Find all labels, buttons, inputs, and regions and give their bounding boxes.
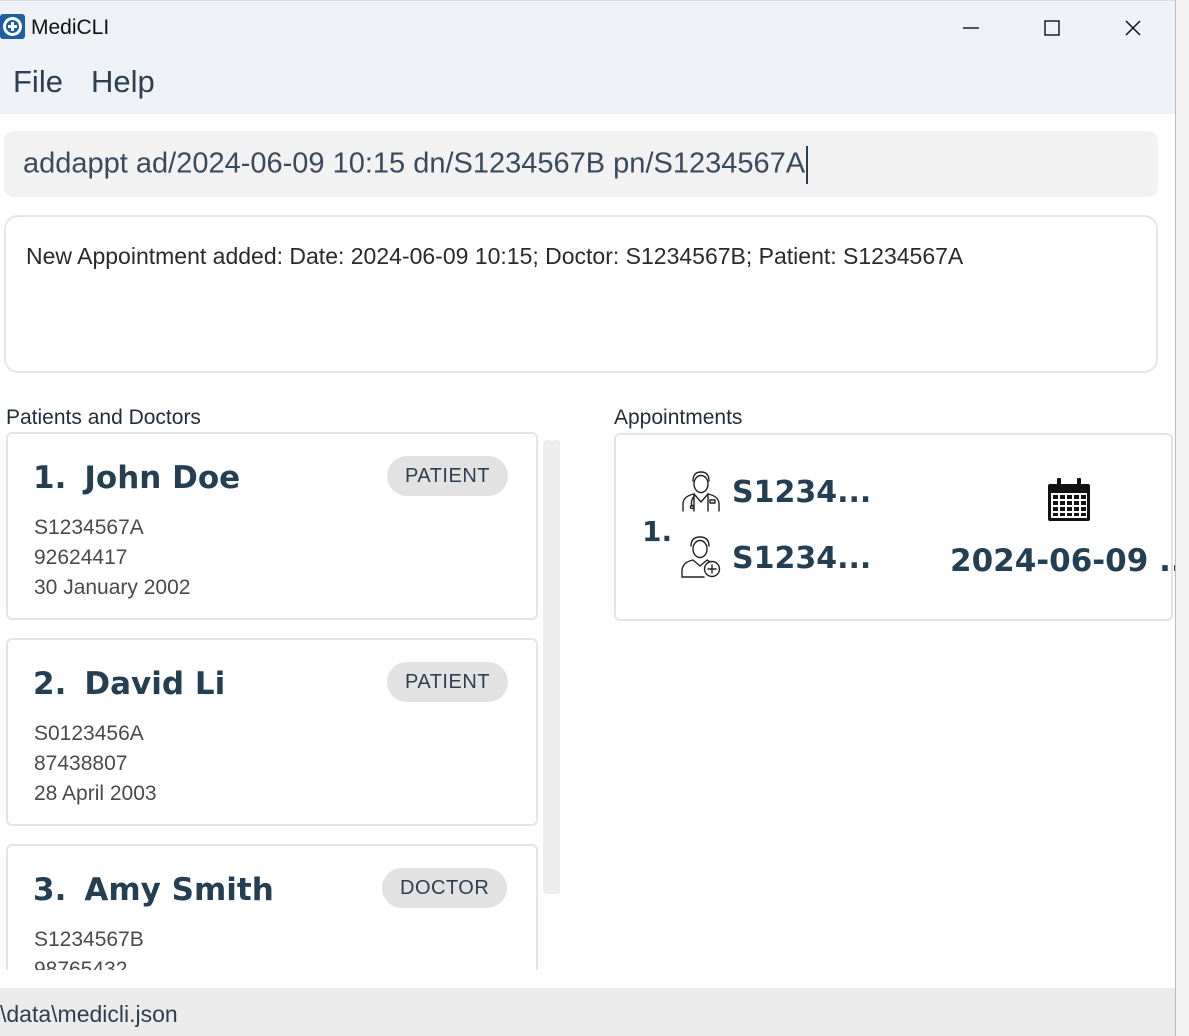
appointments-panel-title: Appointments xyxy=(614,406,743,429)
medicli-window: MediCLI File Help addappt ad/2024-06-09 … xyxy=(0,0,1176,1036)
person-phone: 92624417 xyxy=(34,546,128,569)
maximize-button[interactable] xyxy=(1012,1,1092,55)
minimize-button[interactable] xyxy=(931,1,1011,55)
person-card[interactable]: 3. Amy Smith DOCTOR S1234567B 98765432 xyxy=(6,844,538,970)
close-button[interactable] xyxy=(1093,1,1173,55)
role-badge: PATIENT xyxy=(387,456,508,496)
command-input[interactable]: addappt ad/2024-06-09 10:15 dn/S1234567B… xyxy=(23,146,809,184)
result-display: New Appointment added: Date: 2024-06-09 … xyxy=(4,215,1158,373)
desktop-background xyxy=(1176,0,1189,1036)
menu-help[interactable]: Help xyxy=(91,64,155,100)
status-bar: \data\medicli.json xyxy=(0,988,1175,1036)
person-name-text: John Doe xyxy=(84,460,241,496)
appointment-patient-id: S1234... xyxy=(732,541,872,576)
person-name-text: David Li xyxy=(84,666,226,702)
role-badge: PATIENT xyxy=(387,662,508,702)
text-caret xyxy=(806,146,809,184)
person-phone: 98765432 xyxy=(34,958,128,970)
close-icon xyxy=(1125,20,1141,36)
person-name-text: Amy Smith xyxy=(84,872,274,908)
title-bar[interactable]: MediCLI xyxy=(0,0,1175,55)
person-nric: S0123456A xyxy=(34,722,144,745)
person-name: 3. Amy Smith xyxy=(33,872,274,908)
result-message: New Appointment added: Date: 2024-06-09 … xyxy=(26,243,964,269)
window-title: MediCLI xyxy=(31,16,110,39)
command-box[interactable]: addappt ad/2024-06-09 10:15 dn/S1234567B… xyxy=(4,131,1158,197)
people-list-scrollbar[interactable] xyxy=(543,440,560,894)
role-badge: DOCTOR xyxy=(382,868,508,908)
person-card[interactable]: 2. David Li PATIENT S0123456A 87438807 28… xyxy=(6,638,538,826)
person-name: 2. David Li xyxy=(33,666,225,702)
calendar-icon xyxy=(1048,478,1090,521)
person-index: 3. xyxy=(33,872,67,908)
appointment-date: 2024-06-09 ... xyxy=(950,543,1176,579)
people-panel-title: Patients and Doctors xyxy=(6,406,201,429)
menu-file[interactable]: File xyxy=(13,64,63,100)
person-index: 2. xyxy=(33,666,67,702)
person-dob: 30 January 2002 xyxy=(34,576,191,599)
maximize-icon xyxy=(1044,20,1060,36)
person-dob: 28 April 2003 xyxy=(34,782,157,805)
person-card[interactable]: 1. John Doe PATIENT S1234567A 92624417 30… xyxy=(6,432,538,620)
menu-bar: File Help xyxy=(0,54,1175,114)
appointment-card[interactable]: 1. S1234... S1234... 2024-06-09 ... xyxy=(614,433,1176,621)
person-name: 1. John Doe xyxy=(33,460,240,496)
person-nric: S1234567A xyxy=(34,516,144,539)
person-index: 1. xyxy=(33,460,67,496)
appointment-index: 1. xyxy=(642,515,673,548)
person-nric: S1234567B xyxy=(34,928,144,951)
doctor-icon xyxy=(682,471,720,512)
people-list[interactable]: 1. John Doe PATIENT S1234567A 92624417 30… xyxy=(0,432,560,970)
command-input-value: addappt ad/2024-06-09 10:15 dn/S1234567B… xyxy=(23,147,806,180)
minimize-icon xyxy=(963,27,979,29)
save-file-path: \data\medicli.json xyxy=(0,1001,178,1027)
person-phone: 87438807 xyxy=(34,752,128,775)
appointment-doctor-id: S1234... xyxy=(732,475,872,510)
app-logo-icon xyxy=(0,14,25,39)
patient-icon xyxy=(681,536,721,578)
